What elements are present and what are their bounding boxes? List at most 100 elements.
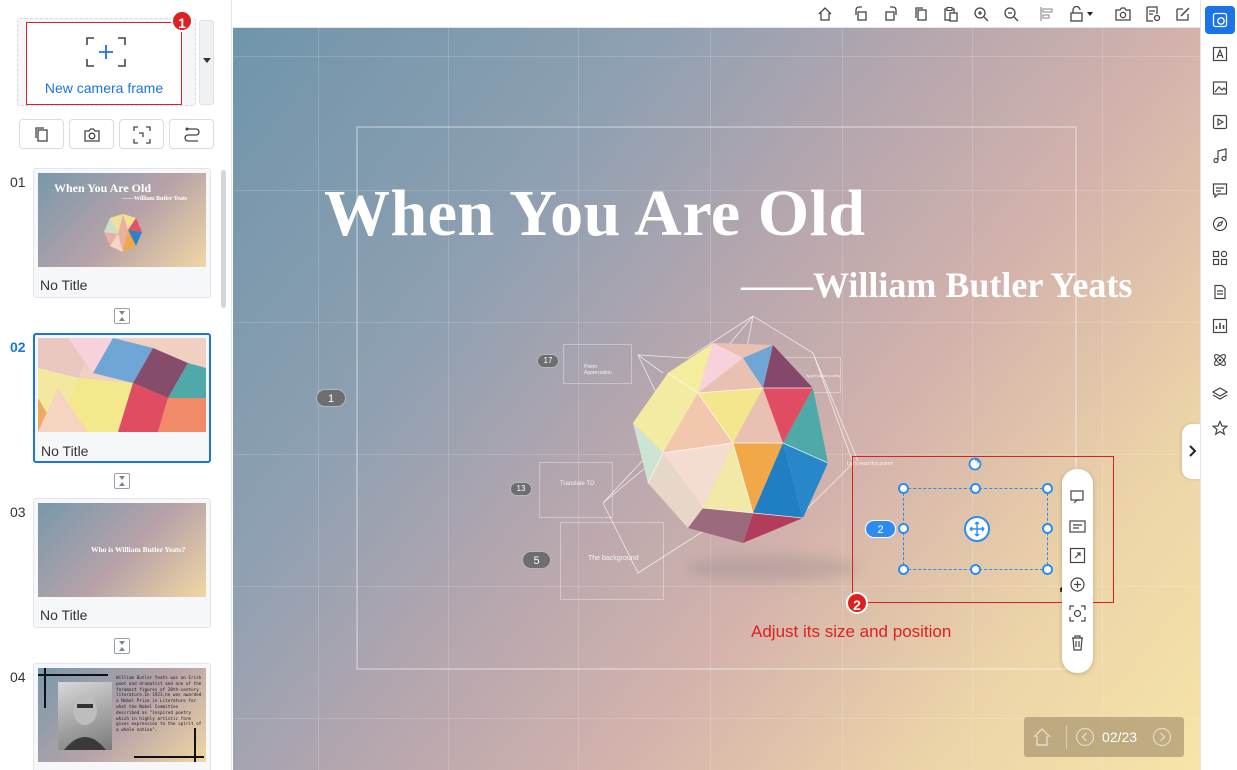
- resize-handle-top-right[interactable]: [1042, 483, 1053, 494]
- zoom-out-button[interactable]: [1000, 4, 1022, 24]
- editor-canvas[interactable]: When You Are Old ——William Butler Yeats …: [233, 28, 1200, 770]
- zoom-in-icon: [974, 7, 989, 22]
- slide-card[interactable]: Who is William Butler Yeats? No Title: [33, 498, 211, 628]
- resize-handle-left[interactable]: [898, 523, 909, 534]
- transition-icon[interactable]: [114, 473, 130, 489]
- favorites-tool[interactable]: [1205, 414, 1235, 442]
- slide-card[interactable]: William Butler Yeats was an Irish poet a…: [33, 663, 211, 770]
- image-tool[interactable]: [1205, 74, 1235, 102]
- frame-style-icon[interactable]: [1069, 518, 1086, 535]
- transition-icon[interactable]: [114, 308, 130, 324]
- frame-tag-17[interactable]: 17: [537, 354, 559, 368]
- resize-handle-top[interactable]: [970, 483, 981, 494]
- annotation-badge-2: 2: [846, 592, 868, 614]
- copy-button[interactable]: [910, 4, 932, 24]
- screenshot-button[interactable]: [1112, 4, 1134, 24]
- frame-tag-13[interactable]: 13: [510, 482, 532, 496]
- move-handle[interactable]: [964, 516, 990, 542]
- snapshot-frame-button[interactable]: [69, 119, 114, 149]
- annotation-instruction: Adjust its size and position: [751, 622, 952, 641]
- video-icon: [1212, 114, 1228, 130]
- camera-icon: [84, 128, 100, 142]
- audio-tool[interactable]: [1205, 142, 1235, 170]
- resize-handle-bottom-right[interactable]: [1042, 564, 1053, 575]
- layers-icon: [1212, 387, 1228, 400]
- layers-tool[interactable]: [1205, 380, 1235, 408]
- elements-tool[interactable]: [1205, 244, 1235, 272]
- camera-frame-tool[interactable]: [1205, 6, 1235, 34]
- document-tool[interactable]: [1205, 278, 1235, 306]
- music-note-icon: [1213, 148, 1227, 164]
- document-icon: [1214, 284, 1226, 300]
- delete-icon[interactable]: [1069, 634, 1086, 651]
- slide-item-02: 02 No Title: [0, 325, 232, 463]
- fit-frame-button[interactable]: [119, 119, 164, 149]
- expand-frame-icon[interactable]: [1069, 547, 1086, 564]
- edit-button[interactable]: [1172, 4, 1194, 24]
- resize-handle-bottom[interactable]: [970, 564, 981, 575]
- frame-tools: [19, 119, 214, 149]
- home-icon: [818, 7, 832, 21]
- focus-frame-icon[interactable]: [1069, 605, 1086, 622]
- previous-icon[interactable]: [1075, 727, 1095, 747]
- edit-icon: [1176, 7, 1190, 21]
- page-settings-button[interactable]: [1142, 4, 1164, 24]
- animation-tool[interactable]: [1205, 210, 1235, 238]
- slide-card[interactable]: When You Are Old ——William Butler Yeats …: [33, 168, 211, 298]
- copy-frame-button[interactable]: [19, 119, 64, 149]
- align-button[interactable]: [1036, 4, 1058, 24]
- transition-icon[interactable]: [114, 638, 130, 654]
- thumb-line: [38, 674, 108, 676]
- grid-line: [1102, 28, 1103, 770]
- slide-card[interactable]: No Title: [33, 333, 211, 463]
- slide-main-title[interactable]: When You Are Old: [324, 176, 866, 252]
- resize-handle-top-left[interactable]: [898, 483, 909, 494]
- slide-title: No Title: [40, 607, 88, 623]
- frame-tag-2[interactable]: 2: [865, 520, 896, 538]
- thumb-line: [44, 668, 46, 708]
- path-settings-button[interactable]: [169, 119, 214, 149]
- slide-number: 02: [10, 339, 26, 355]
- slide-title: No Title: [41, 443, 89, 459]
- chat-icon: [1212, 183, 1228, 198]
- add-content-icon[interactable]: [1069, 576, 1086, 593]
- subtitle-tool[interactable]: [1205, 176, 1235, 204]
- text-box-icon: [1212, 46, 1228, 62]
- home-icon[interactable]: [1032, 727, 1052, 747]
- slide-thumbnail: When You Are Old ——William Butler Yeats: [38, 173, 206, 267]
- chart-tool[interactable]: [1205, 312, 1235, 340]
- rotate-right-button[interactable]: [880, 4, 902, 24]
- video-tool[interactable]: [1205, 108, 1235, 136]
- slide-item-01: 01 When You Are Old ——William Butler Yea…: [0, 160, 232, 298]
- thumb-subheading: ——William Butler Yeats: [122, 196, 188, 202]
- portrait-photo: [58, 682, 112, 750]
- lock-dropdown-button[interactable]: [1066, 4, 1100, 24]
- frame-tag-1[interactable]: 1: [316, 389, 346, 407]
- rotate-left-button[interactable]: [850, 4, 872, 24]
- copy-icon: [915, 7, 927, 21]
- polygon-sphere-graphic[interactable]: [603, 313, 863, 583]
- rotate-handle[interactable]: [968, 457, 982, 471]
- new-camera-frame-label: New camera frame: [44, 80, 164, 96]
- thumb-line: [194, 728, 196, 762]
- text-tool[interactable]: [1205, 40, 1235, 68]
- paste-button[interactable]: [940, 4, 962, 24]
- resize-handle-right[interactable]: [1042, 523, 1053, 534]
- collapse-right-panel-button[interactable]: [1182, 424, 1200, 479]
- home-view-button[interactable]: [814, 4, 836, 24]
- apps-icon: [1212, 250, 1228, 266]
- slide-item-04: 04 William Butler Yeats was an Irish poe…: [0, 655, 232, 770]
- camera-frame-13[interactable]: [539, 462, 613, 518]
- frame-comment-icon[interactable]: [1069, 489, 1086, 506]
- slide-number: 04: [10, 669, 26, 685]
- frame-shapes-icon: [1212, 12, 1228, 28]
- slide-subtitle[interactable]: ——William Butler Yeats: [741, 264, 1132, 306]
- resize-handle-bottom-left[interactable]: [898, 564, 909, 575]
- new-camera-frame-button[interactable]: New camera frame: [26, 22, 182, 105]
- star-icon: [1212, 420, 1228, 436]
- frame-tag-5[interactable]: 5: [522, 551, 551, 569]
- special-effects-tool[interactable]: [1205, 346, 1235, 374]
- zoom-in-button[interactable]: [970, 4, 992, 24]
- next-icon[interactable]: [1152, 727, 1172, 747]
- new-frame-dropdown-button[interactable]: [199, 20, 214, 105]
